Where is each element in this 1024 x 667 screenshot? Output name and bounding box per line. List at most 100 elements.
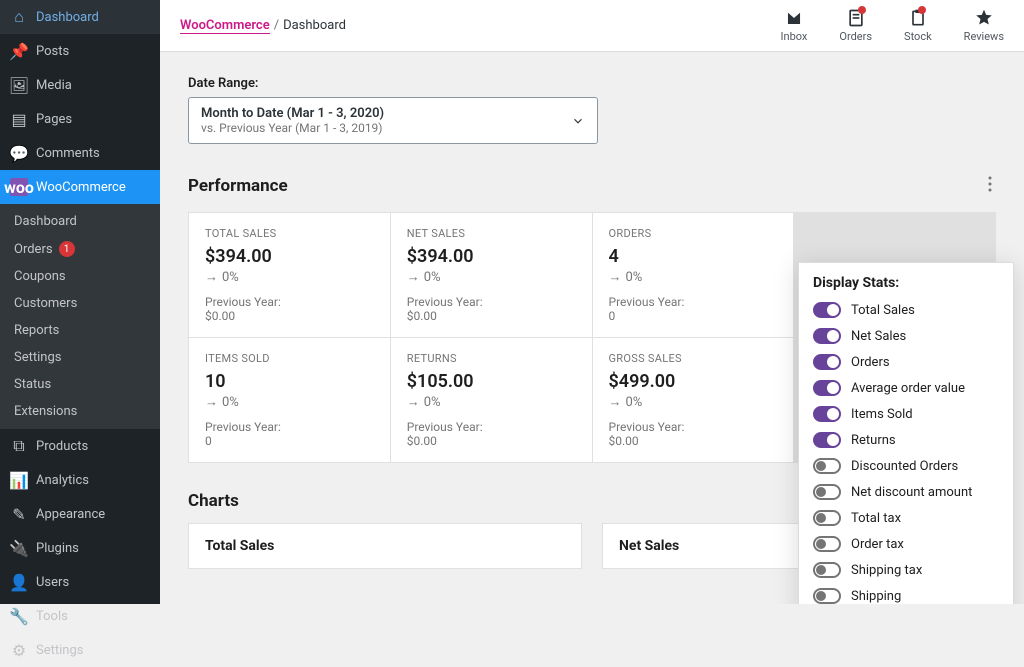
kpi-card[interactable]: TOTAL SALES $394.00 → 0% Previous Year: …	[189, 213, 390, 337]
toggle-switch[interactable]	[813, 432, 841, 448]
stat-toggle-row[interactable]: Orders	[813, 349, 1007, 375]
arrow-right-icon: →	[609, 394, 622, 410]
ellipsis-vertical-icon	[988, 176, 992, 192]
kpi-card[interactable]: ITEMS SOLD 10 → 0% Previous Year: 0	[189, 338, 390, 462]
nav-users[interactable]: 👤Users	[0, 565, 160, 599]
nav-analytics[interactable]: 📊Analytics	[0, 463, 160, 497]
kpi-prev-value: $0.00	[407, 434, 576, 448]
kpi-prev-value: 0	[609, 309, 778, 323]
stat-toggle-row[interactable]: Items Sold	[813, 401, 1007, 427]
kpi-value: $394.00	[205, 246, 374, 267]
kpi-card[interactable]: ORDERS 4 → 0% Previous Year: 0	[593, 213, 794, 337]
nav-products[interactable]: ⧉Products	[0, 429, 160, 463]
kpi-prev-label: Previous Year:	[205, 420, 374, 434]
popover-scroll[interactable]: Total Sales Net SalesOrders Average order …	[799, 297, 1013, 604]
reviews-button[interactable]: Reviews	[964, 8, 1004, 43]
kpi-card[interactable]: GROSS SALES $499.00 → 0% Previous Year: …	[593, 338, 794, 462]
nav-posts[interactable]: 📌Posts	[0, 34, 160, 68]
sub-coupons[interactable]: Coupons	[0, 263, 160, 290]
stat-label: Average order value	[851, 381, 965, 396]
notification-dot-icon	[858, 6, 866, 14]
stat-toggle-row[interactable]: Total Sales	[813, 297, 1007, 323]
kpi-value: 4	[609, 246, 778, 267]
stat-label: Discounted Orders	[851, 459, 958, 474]
arrow-right-icon: →	[407, 394, 420, 410]
performance-menu-button[interactable]	[984, 172, 996, 200]
stat-toggle-row[interactable]: Returns	[813, 427, 1007, 453]
nav-tools[interactable]: 🔧Tools	[0, 599, 160, 633]
date-range-primary: Month to Date (Mar 1 - 3, 2020)	[201, 106, 571, 121]
stat-label: Shipping tax	[851, 563, 922, 578]
kpi-label: GROSS SALES	[609, 352, 778, 365]
wrench-icon: 🔧	[10, 607, 28, 625]
kpi-prev-label: Previous Year:	[407, 420, 576, 434]
stat-toggle-row[interactable]: Order tax	[813, 531, 1007, 557]
kpi-delta: → 0%	[407, 394, 576, 410]
nav-plugins[interactable]: 🔌Plugins	[0, 531, 160, 565]
box-icon: ⧉	[10, 437, 28, 455]
toggle-switch[interactable]	[813, 562, 841, 578]
stat-toggle-row[interactable]: Net discount amount	[813, 479, 1007, 505]
toggle-switch[interactable]	[813, 484, 841, 500]
nav-settings[interactable]: ⚙Settings	[0, 633, 160, 667]
kpi-prev-value: $0.00	[609, 434, 778, 448]
arrow-right-icon: →	[205, 269, 218, 285]
sub-reports[interactable]: Reports	[0, 317, 160, 344]
date-range-selector[interactable]: Month to Date (Mar 1 - 3, 2020) vs. Prev…	[188, 97, 598, 144]
nav-comments[interactable]: 💬Comments	[0, 136, 160, 170]
woo-submenu: Dashboard Orders1 Coupons Customers Repo…	[0, 204, 160, 429]
chart-total-sales[interactable]: Total Sales	[188, 523, 582, 569]
kpi-delta: → 0%	[205, 394, 374, 410]
stat-toggle-row[interactable]: Net Sales	[813, 323, 1007, 349]
nav-pages[interactable]: ▤Pages	[0, 102, 160, 136]
kpi-label: ORDERS	[609, 227, 778, 240]
notification-dot-icon	[918, 6, 926, 14]
sub-orders[interactable]: Orders1	[0, 235, 160, 263]
sub-extensions[interactable]: Extensions	[0, 398, 160, 425]
nav-appearance[interactable]: ✎Appearance	[0, 497, 160, 531]
main-pane: WooCommerce / Dashboard Inbox Orders Sto	[160, 0, 1024, 604]
stat-toggle-row[interactable]: Discounted Orders	[813, 453, 1007, 479]
stat-toggle-row[interactable]: Total tax	[813, 505, 1007, 531]
arrow-right-icon: →	[407, 269, 420, 285]
stat-label: Shipping	[851, 589, 901, 604]
toggle-switch[interactable]	[813, 380, 841, 396]
toggle-switch[interactable]	[813, 302, 841, 318]
sub-customers[interactable]: Customers	[0, 290, 160, 317]
sub-status[interactable]: Status	[0, 371, 160, 398]
nav-dashboard[interactable]: ⌂Dashboard	[0, 0, 160, 34]
stat-label: Order tax	[851, 537, 904, 552]
charts-heading: Charts	[188, 491, 239, 511]
toggle-switch[interactable]	[813, 588, 841, 604]
nav-media[interactable]: 🖼Media	[0, 68, 160, 102]
toggle-switch[interactable]	[813, 354, 841, 370]
stat-toggle-row[interactable]: Average order value	[813, 375, 1007, 401]
toggle-switch[interactable]	[813, 328, 841, 344]
breadcrumb-root[interactable]: WooCommerce	[180, 18, 270, 34]
stat-toggle-row[interactable]: Shipping tax	[813, 557, 1007, 583]
media-icon: 🖼	[10, 76, 28, 94]
stat-label: Total Sales	[851, 303, 915, 318]
user-icon: 👤	[10, 573, 28, 591]
orders-button[interactable]: Orders	[839, 8, 872, 43]
bar-chart-icon: 📊	[10, 471, 28, 489]
kpi-card[interactable]: NET SALES $394.00 → 0% Previous Year: $0…	[391, 213, 592, 337]
sliders-icon: ⚙	[10, 641, 28, 659]
kpi-card[interactable]: RETURNS $105.00 → 0% Previous Year: $0.0…	[391, 338, 592, 462]
popover-title: Display Stats:	[799, 263, 1013, 297]
sub-dashboard[interactable]: Dashboard	[0, 208, 160, 235]
inbox-button[interactable]: Inbox	[781, 8, 808, 43]
mail-icon	[784, 8, 804, 28]
kpi-value: $105.00	[407, 371, 576, 392]
stat-toggle-row[interactable]: Shipping	[813, 583, 1007, 604]
toggle-switch[interactable]	[813, 510, 841, 526]
toggle-switch[interactable]	[813, 536, 841, 552]
breadcrumb: WooCommerce / Dashboard	[180, 18, 346, 34]
nav-woocommerce[interactable]: wooWooCommerce	[0, 170, 160, 204]
kpi-value: $394.00	[407, 246, 576, 267]
kpi-delta: → 0%	[609, 394, 778, 410]
sub-settings[interactable]: Settings	[0, 344, 160, 371]
toggle-switch[interactable]	[813, 458, 841, 474]
toggle-switch[interactable]	[813, 406, 841, 422]
stock-button[interactable]: Stock	[904, 8, 932, 43]
